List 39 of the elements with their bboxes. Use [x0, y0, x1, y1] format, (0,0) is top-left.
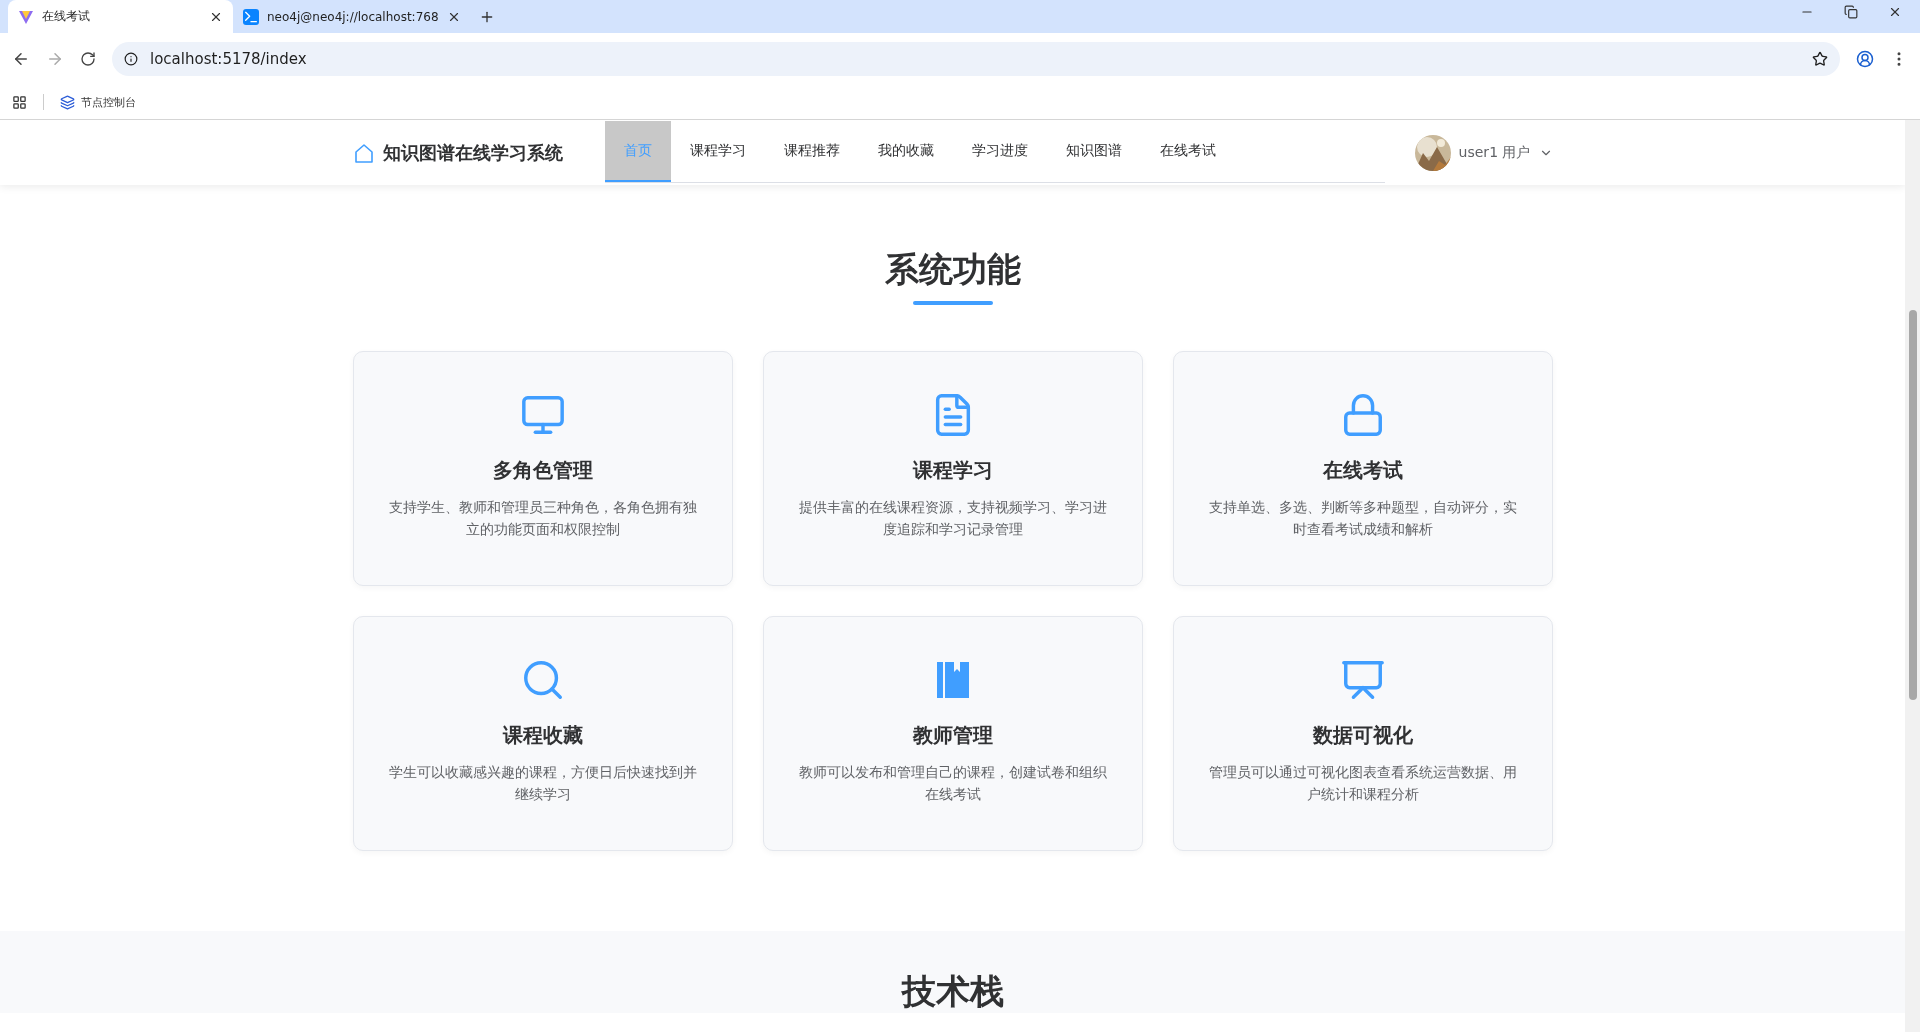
restore-icon[interactable]: [1844, 5, 1858, 19]
terminal-icon: [243, 8, 259, 25]
nav-tab[interactable]: 我的收藏: [858, 121, 953, 182]
card-title: 多角色管理: [492, 457, 593, 484]
section-title: 系统功能: [884, 248, 1021, 291]
card-title: 数据可视化: [1312, 722, 1413, 749]
profile-icon[interactable]: [1856, 50, 1874, 68]
info-icon[interactable]: [124, 52, 138, 66]
scrollbar[interactable]: [1905, 120, 1920, 1032]
nav-tab[interactable]: 课程学习: [670, 121, 765, 182]
close-icon[interactable]: [1888, 5, 1902, 19]
browser-tab[interactable]: 在线考试: [8, 0, 233, 33]
user-menu[interactable]: user1 用户: [1414, 134, 1553, 171]
nav-tab[interactable]: 学习进度: [952, 121, 1047, 182]
bookmark-link[interactable]: 节点控制台: [60, 94, 136, 110]
nav-tab[interactable]: 在线考试: [1140, 121, 1235, 182]
home-icon: [352, 141, 375, 164]
card-title: 教师管理: [912, 722, 993, 749]
site-brand[interactable]: 知识图谱在线学习系统: [352, 140, 605, 165]
card-title: 课程收藏: [502, 722, 583, 749]
browser-tab[interactable]: neo4j@neo4j://localhost:768: [233, 0, 471, 33]
card-description: 管理员可以通过可视化图表查看系统运营数据、用户统计和课程分析: [1207, 763, 1518, 804]
reload-icon[interactable]: [80, 51, 96, 67]
card-description: 支持学生、教师和管理员三种角色，各角色拥有独立的功能页面和权限控制: [387, 498, 698, 539]
nav-tab[interactable]: 知识图谱: [1046, 121, 1141, 182]
card-description: 学生可以收藏感兴趣的课程，方便日后快速找到并继续学习: [387, 763, 698, 804]
card-description: 提供丰富的在线课程资源，支持视频学习、学习进度追踪和学习记录管理: [797, 498, 1108, 539]
logo-icon: [18, 8, 34, 25]
card-title: 在线考试: [1322, 457, 1403, 484]
card-title: 课程学习: [912, 457, 993, 484]
nav-tab[interactable]: 课程推荐: [764, 121, 859, 182]
layers-icon: [60, 94, 75, 110]
card-description: 支持单选、多选、判断等多种题型，自动评分，实时查看考试成绩和解析: [1207, 498, 1518, 539]
section-title: 技术栈: [901, 970, 1004, 1013]
bookmark-star-icon[interactable]: [1812, 51, 1828, 67]
address-bar[interactable]: localhost:5178/index: [112, 42, 1840, 76]
apps-icon[interactable]: [12, 94, 27, 110]
card-description: 教师可以发布和管理自己的课程，创建试卷和组织在线考试: [797, 763, 1108, 804]
back-icon[interactable]: [12, 50, 30, 68]
